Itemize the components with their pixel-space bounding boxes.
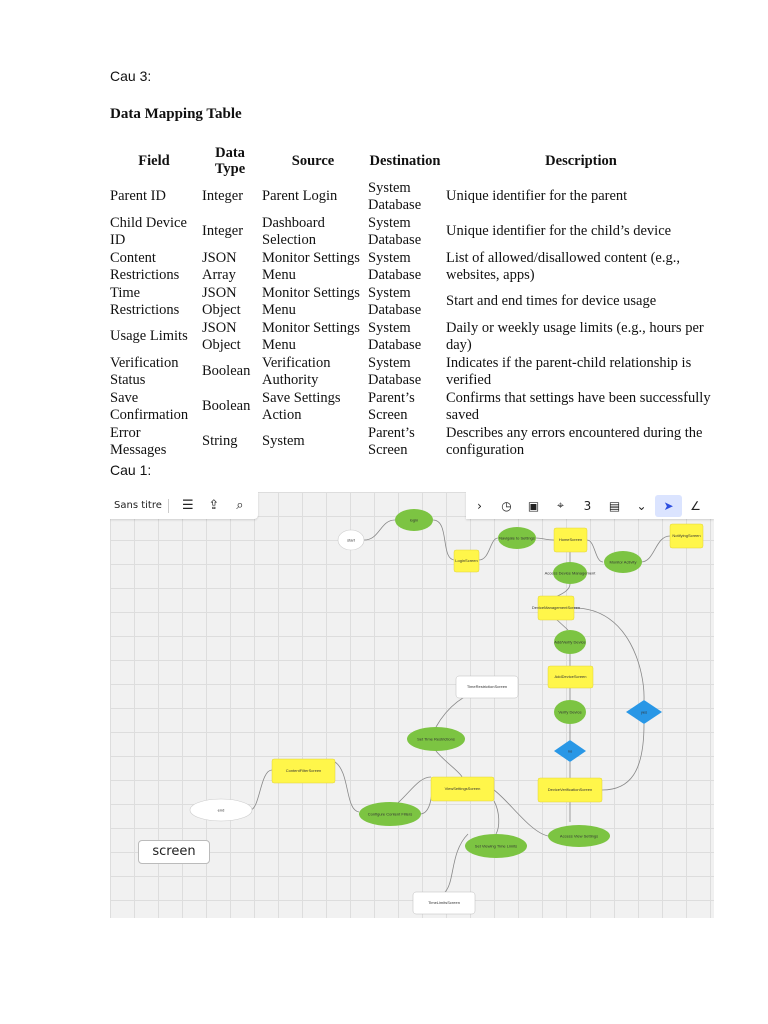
cell-data-type: Integer xyxy=(202,188,244,205)
cell-destination: System Database xyxy=(368,355,422,388)
cell-field: Error Messages xyxy=(110,425,167,458)
node-timerestr-label: TimeRestrictionScreen xyxy=(467,684,507,689)
cell-field: Usage Limits xyxy=(110,328,188,345)
cell-data-type: JSON Object xyxy=(202,285,241,318)
table-row: Error Messages String System Parent’s Sc… xyxy=(108,424,718,459)
table-row: Child Device ID Integer Dashboard Select… xyxy=(108,214,718,249)
cell-destination: System Database xyxy=(368,285,422,318)
cell-data-type: Integer xyxy=(202,223,244,240)
table-row: Parent ID Integer Parent Login System Da… xyxy=(108,179,718,214)
cell-field: Verification Status xyxy=(110,355,179,388)
node-notifying-label: NotifyingScreen xyxy=(672,533,700,538)
flow-edge xyxy=(555,618,569,631)
table-row: Save Confirmation Boolean Save Settings … xyxy=(108,389,718,424)
cell-description: Confirms that settings have been success… xyxy=(446,390,711,423)
flow-edge xyxy=(249,769,273,811)
whiteboard-canvas[interactable]: Sans titre ☰ ⇪ ⌕ › ◷ ▣ ⌖ 3 ▤ ⌄ ➤ ∠ start… xyxy=(110,492,714,918)
cell-source: Dashboard Selection xyxy=(262,215,325,248)
cell-description: Unique identifier for the child’s device xyxy=(446,223,672,240)
cell-description: Daily or weekly usage limits (e.g., hour… xyxy=(446,320,704,353)
flow-edge xyxy=(334,761,360,813)
cell-destination: Parent’s Screen xyxy=(368,425,415,458)
node-access-label: Access Device Management xyxy=(545,571,597,576)
table-row: Time Restrictions JSON Object Monitor Se… xyxy=(108,284,718,319)
cell-data-type: JSON Array xyxy=(202,250,237,283)
cell-source: System xyxy=(262,433,305,450)
node-addverify-label: Add/Verify Device xyxy=(554,640,586,645)
cell-source: Monitor Settings Menu xyxy=(262,285,360,318)
cell-destination: System Database xyxy=(368,215,422,248)
cell-source: Verification Authority xyxy=(262,355,331,388)
node-homescreen-label: HomeScreen xyxy=(559,537,582,542)
flow-edge xyxy=(363,519,396,541)
cell-data-type: Boolean xyxy=(202,398,251,415)
cell-field: Parent ID xyxy=(110,188,166,205)
header-destination: Destination xyxy=(369,152,441,169)
table-title: Data Mapping Table xyxy=(110,106,242,122)
node-login-label: login xyxy=(410,518,418,523)
flow-edge xyxy=(640,535,671,563)
flow-edge xyxy=(555,583,571,598)
node-viewsettings-label: ViewSettingsScreen xyxy=(445,786,481,791)
flow-edge xyxy=(432,519,456,561)
cell-source: Monitor Settings Menu xyxy=(262,250,360,283)
node-contentfilter-label: ContentFilterScreen xyxy=(286,768,322,773)
cell-destination: System Database xyxy=(368,180,422,213)
cell-description: Indicates if the parent-child relationsh… xyxy=(446,355,692,388)
cell-source: Parent Login xyxy=(262,188,338,205)
table-row: Verification Status Boolean Verification… xyxy=(108,354,718,389)
flow-edge xyxy=(493,800,500,835)
node-end-label: end xyxy=(218,808,225,813)
cell-field: Save Confirmation xyxy=(110,390,189,423)
heading-cau3: Cau 3: xyxy=(110,68,152,84)
cell-description: List of allowed/disallowed content (e.g.… xyxy=(446,250,680,283)
cell-data-type: Boolean xyxy=(202,363,251,380)
node-timelimits-label: TimeLimitsScreen xyxy=(428,900,460,905)
node-loginscreen-label: LoginScreen xyxy=(455,558,477,563)
header-field: Field xyxy=(138,152,170,169)
node-start-label: start xyxy=(347,538,356,543)
flow-edge xyxy=(435,750,463,778)
flow-edge xyxy=(444,833,469,893)
flow-edge xyxy=(586,539,604,563)
node-decision-right-label: yes xyxy=(641,710,647,715)
flow-edge xyxy=(419,788,433,815)
cell-description: Describes any errors encountered during … xyxy=(446,425,703,458)
node-configure-label: Configure Content Filters xyxy=(368,812,412,817)
flow-edge xyxy=(601,723,645,791)
node-decision-center-label: no xyxy=(568,749,573,754)
cell-destination: Parent’s Screen xyxy=(368,390,415,423)
cell-description: Start and end times for device usage xyxy=(446,293,657,310)
table-row: Usage Limits JSON Object Monitor Setting… xyxy=(108,319,718,354)
header-data-type: Data Type xyxy=(214,144,246,178)
table-row: Content Restrictions JSON Array Monitor … xyxy=(108,249,718,284)
cell-destination: System Database xyxy=(368,320,422,353)
header-description: Description xyxy=(545,152,617,169)
cell-source: Monitor Settings Menu xyxy=(262,320,360,353)
node-setviewing-label: Set Viewing Time Limits xyxy=(475,844,517,849)
cell-source: Save Settings Action xyxy=(262,390,341,423)
cell-destination: System Database xyxy=(368,250,422,283)
flow-edge xyxy=(478,537,499,561)
cell-data-type: JSON Object xyxy=(202,320,241,353)
cell-field: Child Device ID xyxy=(110,215,187,248)
heading-cau1: Cau 1: xyxy=(110,462,152,478)
node-devverify-label: DeviceVerificationScreen xyxy=(548,787,592,792)
flow-edge xyxy=(535,537,555,541)
data-mapping-table: Field Data Type Source Destination Descr… xyxy=(108,144,718,459)
node-navigate-label: Navigate to Settings xyxy=(499,536,535,541)
cell-data-type: String xyxy=(202,433,238,450)
node-monitor-label: Monitor Activity xyxy=(610,560,637,565)
node-verifydevice-label: Verify Device xyxy=(558,710,582,715)
table-header-row: Field Data Type Source Destination Descr… xyxy=(108,144,718,179)
cell-field: Time Restrictions xyxy=(110,285,180,318)
screen-label: screen xyxy=(138,840,210,864)
cell-field: Content Restrictions xyxy=(110,250,180,283)
cell-description: Unique identifier for the parent xyxy=(446,188,628,205)
node-accessview-label: Access View Settings xyxy=(560,834,598,839)
header-source: Source xyxy=(291,152,335,169)
node-settime-label: Set Time Restrictions xyxy=(417,737,455,742)
node-devmgmt-label: DeviceManagementScreen xyxy=(532,605,580,610)
node-adddevice-label: AddDeviceScreen xyxy=(554,674,586,679)
